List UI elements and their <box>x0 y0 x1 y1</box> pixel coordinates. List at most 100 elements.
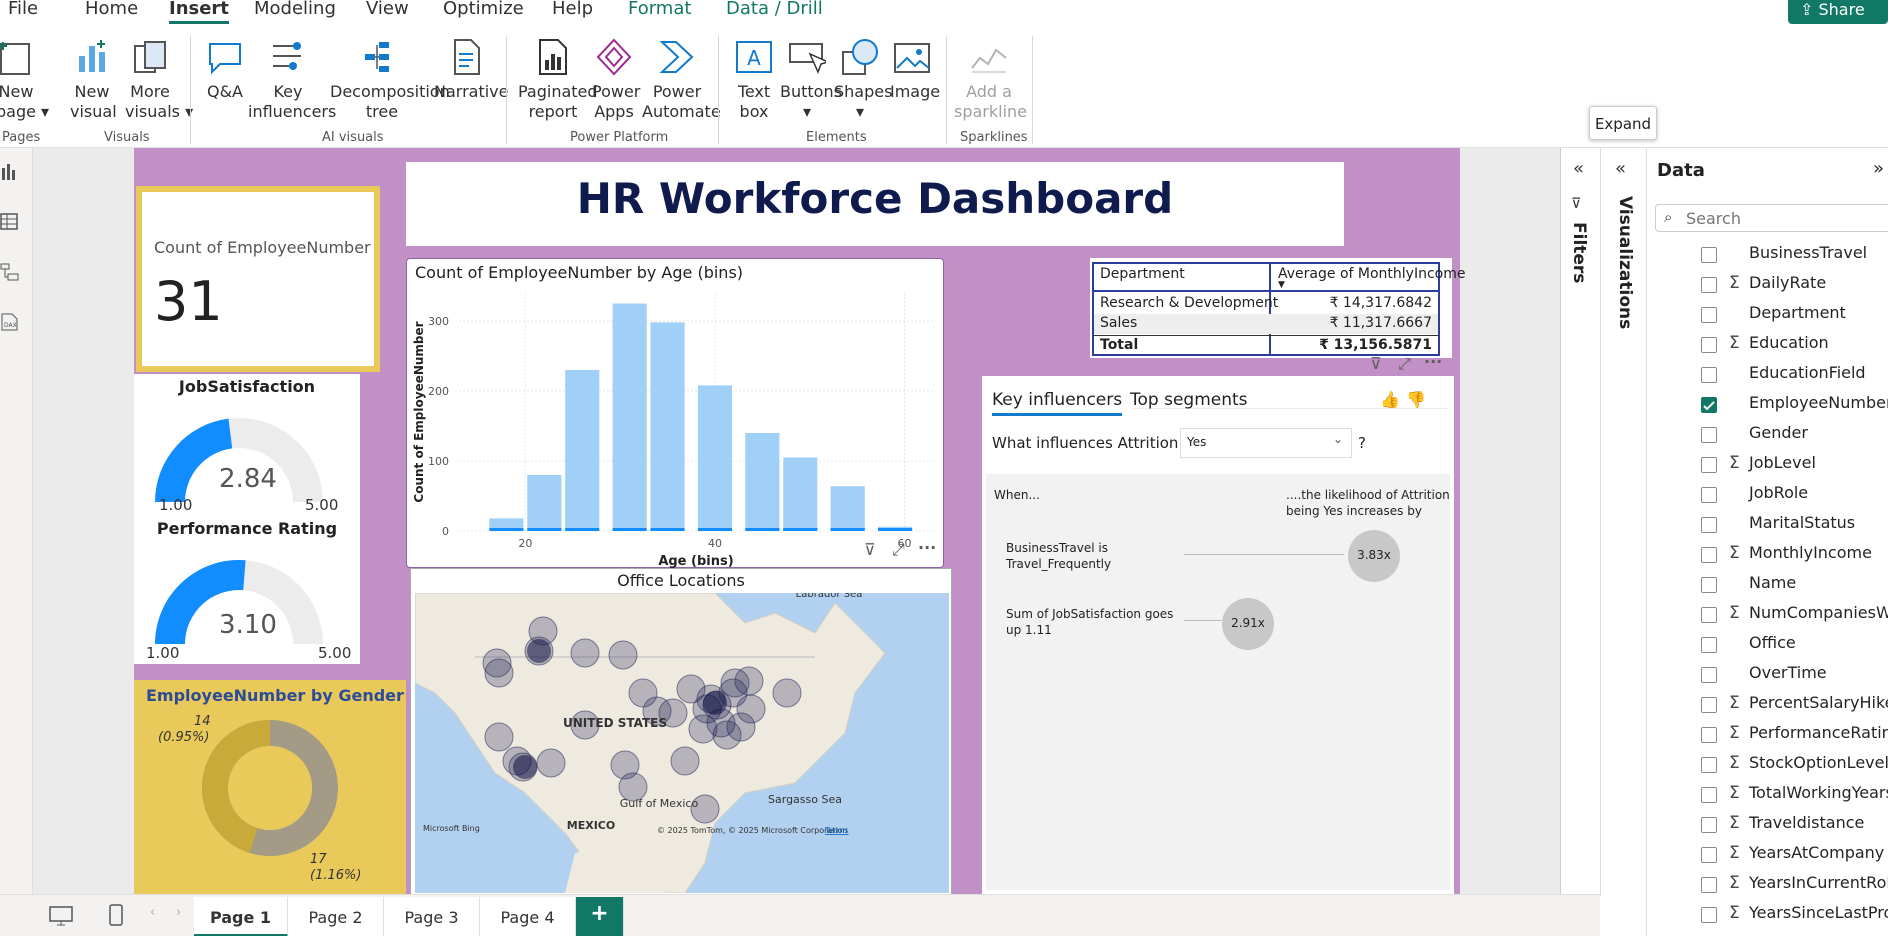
page-tab-1[interactable]: Page 1 <box>194 897 288 936</box>
ki-influencer-1-bubble[interactable]: 3.83x <box>1348 530 1400 582</box>
field-checkbox[interactable] <box>1701 637 1717 653</box>
key-influencers-visual[interactable]: Key influencers Top segments 👍 👎 What in… <box>982 376 1454 894</box>
shapes-button[interactable]: Shapes ▾ <box>834 38 892 122</box>
field-checkbox[interactable] <box>1701 277 1717 293</box>
field-item[interactable]: MaritalStatus <box>1701 512 1888 542</box>
paginated-report-button[interactable]: Paginated report <box>518 38 598 122</box>
count-card[interactable]: Count of EmployeeNumber 31 <box>136 186 380 372</box>
expand-filters-icon[interactable]: « <box>1573 158 1584 179</box>
data-search-input[interactable]: ⌕ <box>1655 204 1888 232</box>
decomposition-tree-button[interactable]: Decomposition tree <box>330 38 450 122</box>
text-box-button[interactable]: A Text box <box>732 38 776 122</box>
field-checkbox[interactable] <box>1701 667 1717 683</box>
field-checkbox[interactable] <box>1701 337 1717 353</box>
tab-view[interactable]: View <box>366 0 409 19</box>
field-item[interactable]: Gender <box>1701 422 1888 452</box>
key-influencers-button[interactable]: Key influencers <box>248 38 336 122</box>
image-button[interactable]: Image <box>890 38 940 102</box>
field-item[interactable]: Σ YearsInCurrentRole <box>1701 872 1888 902</box>
map-canvas[interactable]: UNITED STATES MEXICO Gulf of Mexico Sargass… <box>415 593 949 893</box>
field-checkbox[interactable] <box>1701 847 1717 863</box>
field-item[interactable]: Σ YearsSinceLastPro... <box>1701 902 1888 932</box>
expand-visualizations-icon[interactable]: « <box>1615 158 1626 179</box>
field-item[interactable]: Σ NumCompaniesW... <box>1701 602 1888 632</box>
field-item[interactable]: Σ StockOptionLevel <box>1701 752 1888 782</box>
page-tab-4[interactable]: Page 4 <box>480 897 576 936</box>
search-field[interactable] <box>1686 209 1866 228</box>
new-visual-button[interactable]: New visual <box>70 38 117 122</box>
field-checkbox[interactable] <box>1701 427 1717 443</box>
scroll-left-icon[interactable]: ‹ <box>150 905 155 920</box>
narrative-button[interactable]: Narrative <box>434 38 508 102</box>
field-checkbox[interactable] <box>1701 757 1717 773</box>
field-item[interactable]: EmployeeNumber <box>1701 392 1888 422</box>
report-view-icon[interactable] <box>0 162 20 182</box>
tab-modeling[interactable]: Modeling <box>254 0 336 19</box>
table-view-icon[interactable] <box>0 212 20 232</box>
field-item[interactable]: Name <box>1701 572 1888 602</box>
field-item[interactable]: Σ YearsAtCompany <box>1701 842 1888 872</box>
focus-mode-icon[interactable]: ⤢ <box>1398 354 1411 374</box>
field-item[interactable]: JobRole <box>1701 482 1888 512</box>
ki-influencer-2-label[interactable]: Sum of JobSatisfaction goes up 1.11 <box>1006 606 1173 638</box>
field-checkbox[interactable] <box>1701 247 1717 263</box>
field-checkbox[interactable] <box>1701 457 1717 473</box>
tab-home[interactable]: Home <box>85 0 138 19</box>
field-item[interactable]: EducationField <box>1701 362 1888 392</box>
field-checkbox[interactable] <box>1701 697 1717 713</box>
title-textbox[interactable]: HR Workforce Dashboard <box>406 162 1344 246</box>
attrition-value-dropdown[interactable]: Yes ⌄ <box>1180 428 1352 458</box>
office-locations-map[interactable]: Office Locations UNITED STATES MEXICO Gulf… <box>410 568 952 896</box>
dax-query-view-icon[interactable]: DAX <box>0 312 20 332</box>
tab-format[interactable]: Format <box>628 0 691 19</box>
tab-top-segments[interactable]: Top segments <box>1130 390 1248 410</box>
focus-mode-icon[interactable]: ⤢ <box>892 540 905 560</box>
tab-help[interactable]: Help <box>552 0 593 19</box>
field-item[interactable]: Σ PercentSalaryHike <box>1701 692 1888 722</box>
field-checkbox[interactable] <box>1701 307 1717 323</box>
field-checkbox[interactable] <box>1701 877 1717 893</box>
tab-optimize[interactable]: Optimize <box>443 0 524 19</box>
ki-influencer-1-label[interactable]: BusinessTravel is Travel_Frequently <box>1006 540 1111 572</box>
field-item[interactable]: Σ Education <box>1701 332 1888 362</box>
field-checkbox[interactable] <box>1701 397 1717 413</box>
visualizations-pane-collapsed[interactable]: « Visualizations <box>1600 148 1646 896</box>
field-checkbox[interactable] <box>1701 907 1717 923</box>
tab-data-drill[interactable]: Data / Drill <box>726 0 823 19</box>
field-checkbox[interactable] <box>1701 577 1717 593</box>
filter-icon[interactable]: ⊽ <box>864 540 876 559</box>
desktop-layout-icon[interactable] <box>48 905 74 927</box>
thumbs-down-icon[interactable]: 👎 <box>1406 390 1426 409</box>
more-options-icon[interactable]: ··· <box>1424 352 1442 371</box>
tab-file[interactable]: File <box>8 0 38 19</box>
field-item[interactable]: BusinessTravel <box>1701 242 1888 272</box>
filter-icon[interactable]: ⊽ <box>1370 354 1382 373</box>
add-sparkline-button[interactable]: Add a sparkline <box>954 38 1027 122</box>
field-item[interactable]: Office <box>1701 632 1888 662</box>
gender-donut-chart[interactable]: EmployeeNumber by Gender 14 (0.95%) 17 (… <box>134 680 406 896</box>
power-apps-button[interactable]: Power Apps <box>592 38 640 122</box>
ki-influencer-2-bubble[interactable]: 2.91x <box>1222 598 1274 650</box>
tab-insert[interactable]: Insert <box>169 0 229 24</box>
tab-key-influencers[interactable]: Key influencers <box>992 390 1123 416</box>
age-bar-chart[interactable]: Count of EmployeeNumber by Age (bins) 0 1… <box>406 258 944 569</box>
field-item[interactable]: Department <box>1701 302 1888 332</box>
power-automate-button[interactable]: Power Automate <box>642 38 721 122</box>
add-page-button[interactable]: + <box>576 897 624 936</box>
thumbs-up-icon[interactable]: 👍 <box>1380 390 1400 409</box>
page-tab-2[interactable]: Page 2 <box>288 897 384 936</box>
field-item[interactable]: OverTime <box>1701 662 1888 692</box>
share-button[interactable]: ⇪ Share <box>1788 0 1888 24</box>
field-checkbox[interactable] <box>1701 817 1717 833</box>
field-checkbox[interactable] <box>1701 367 1717 383</box>
field-item[interactable]: Σ MonthlyIncome <box>1701 542 1888 572</box>
more-visuals-button[interactable]: More visuals ▾ <box>125 38 193 122</box>
field-item[interactable]: Σ TotalWorkingYears <box>1701 782 1888 812</box>
table-header-income[interactable]: Average of MonthlyIncome <box>1278 266 1465 282</box>
field-item[interactable]: Σ JobLevel <box>1701 452 1888 482</box>
table-header-department[interactable]: Department <box>1100 266 1185 282</box>
field-item[interactable]: Σ PerformanceRating <box>1701 722 1888 752</box>
model-view-icon[interactable] <box>0 262 20 282</box>
field-checkbox[interactable] <box>1701 787 1717 803</box>
collapse-data-pane-icon[interactable]: » <box>1873 158 1884 179</box>
